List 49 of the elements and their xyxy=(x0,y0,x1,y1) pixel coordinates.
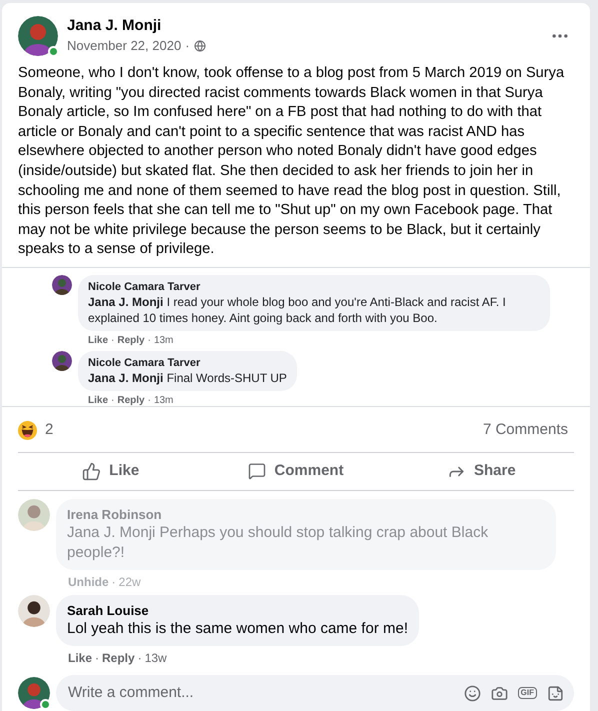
separator-dot: · xyxy=(112,574,116,591)
post-text: Someone, who I don't know, took offense to a blog post from 5 March 2019 on Surya Bonaly, writing "you directed racist comments towards Black women in that Surya Bonaly article, so Im confused here" on a FB post that had nothing to do with that article or Bonaly and can't point to a specific sentence that was racist AND has elsewhere objected to another person who noted Bonaly didn't have good edges (inside/outside) but skated flat. She then decided to ask her friends to join her in schooling me and none of them seemed to have read the blog post in question. Still, this person feels that she can tell me to "Shut up" on my own Facebook page. That may not be white privilege because the person seems to be Black, but it certainly speaks to a sense of privilege. xyxy=(17,64,566,260)
comment-button[interactable]: Comment xyxy=(203,453,389,490)
like-button[interactable]: Like xyxy=(18,453,204,490)
comment-text: Jana J. Monji I read your whole blog boo and you're Anti-Black and racist AF. I explained 10 times honey. Aint going back and forth with you Boo. xyxy=(88,294,507,326)
comment-time: 13m xyxy=(154,334,174,348)
avatar xyxy=(18,595,50,627)
separator-dot: · xyxy=(148,334,151,348)
sticker-icon[interactable] xyxy=(547,684,564,702)
share-button[interactable]: Share xyxy=(388,453,574,490)
comment-action-link[interactable]: Reply xyxy=(102,649,135,667)
gif-icon[interactable]: GIF xyxy=(518,687,537,699)
comment-text: Jana J. Monji Perhaps you should stop talking crap about Black people?! xyxy=(67,523,490,563)
comment-time: 22w xyxy=(118,574,141,591)
laughing-emoji-icon xyxy=(18,421,37,440)
post-date[interactable]: November 22, 2020 xyxy=(67,36,182,56)
comment-action-link[interactable]: Reply xyxy=(117,332,145,348)
comment-action-link[interactable]: Like xyxy=(68,649,92,667)
commenter-name[interactable]: Sarah Louise xyxy=(67,602,408,619)
separator-dot: · xyxy=(111,334,114,348)
comment-action-link[interactable]: Like xyxy=(88,392,108,406)
separator-dot: · xyxy=(138,650,142,667)
comment-text: Jana J. Monji Final Words-SHUT UP xyxy=(88,370,287,386)
separator-dot: · xyxy=(111,394,114,406)
commenter-name[interactable]: Nicole Camara Tarver xyxy=(88,356,287,370)
comment-text: Lol yeah this is the same women who came for me! xyxy=(67,619,408,639)
comment-action-link[interactable]: Reply xyxy=(117,392,145,406)
globe-icon xyxy=(194,40,206,52)
avatar xyxy=(52,350,72,371)
camera-icon[interactable] xyxy=(490,684,508,702)
comment-action-link[interactable]: Like xyxy=(88,332,108,348)
separator-dot: · xyxy=(95,650,100,667)
thumbs-up-icon xyxy=(82,462,102,481)
speech-bubble-icon xyxy=(248,462,266,480)
avatar xyxy=(18,499,50,531)
comment-time: 13w xyxy=(144,650,167,667)
commenter-name[interactable]: Nicole Camara Tarver xyxy=(88,280,540,294)
comment-input-field[interactable]: Write a comment... GIF xyxy=(56,675,574,711)
reaction-count[interactable]: 2 xyxy=(45,419,54,442)
separator-dot: · xyxy=(148,394,151,406)
separator-dot: · xyxy=(185,37,190,56)
comments-count[interactable]: 7 Comments xyxy=(482,419,568,442)
comment-time: 13m xyxy=(154,394,174,406)
commenter-name[interactable]: Irena Robinson xyxy=(67,506,545,523)
avatar xyxy=(18,677,50,709)
avatar xyxy=(52,274,72,295)
avatar xyxy=(18,16,58,56)
emoji-icon[interactable] xyxy=(464,684,481,702)
author-name[interactable]: Jana J. Monji xyxy=(67,16,541,36)
